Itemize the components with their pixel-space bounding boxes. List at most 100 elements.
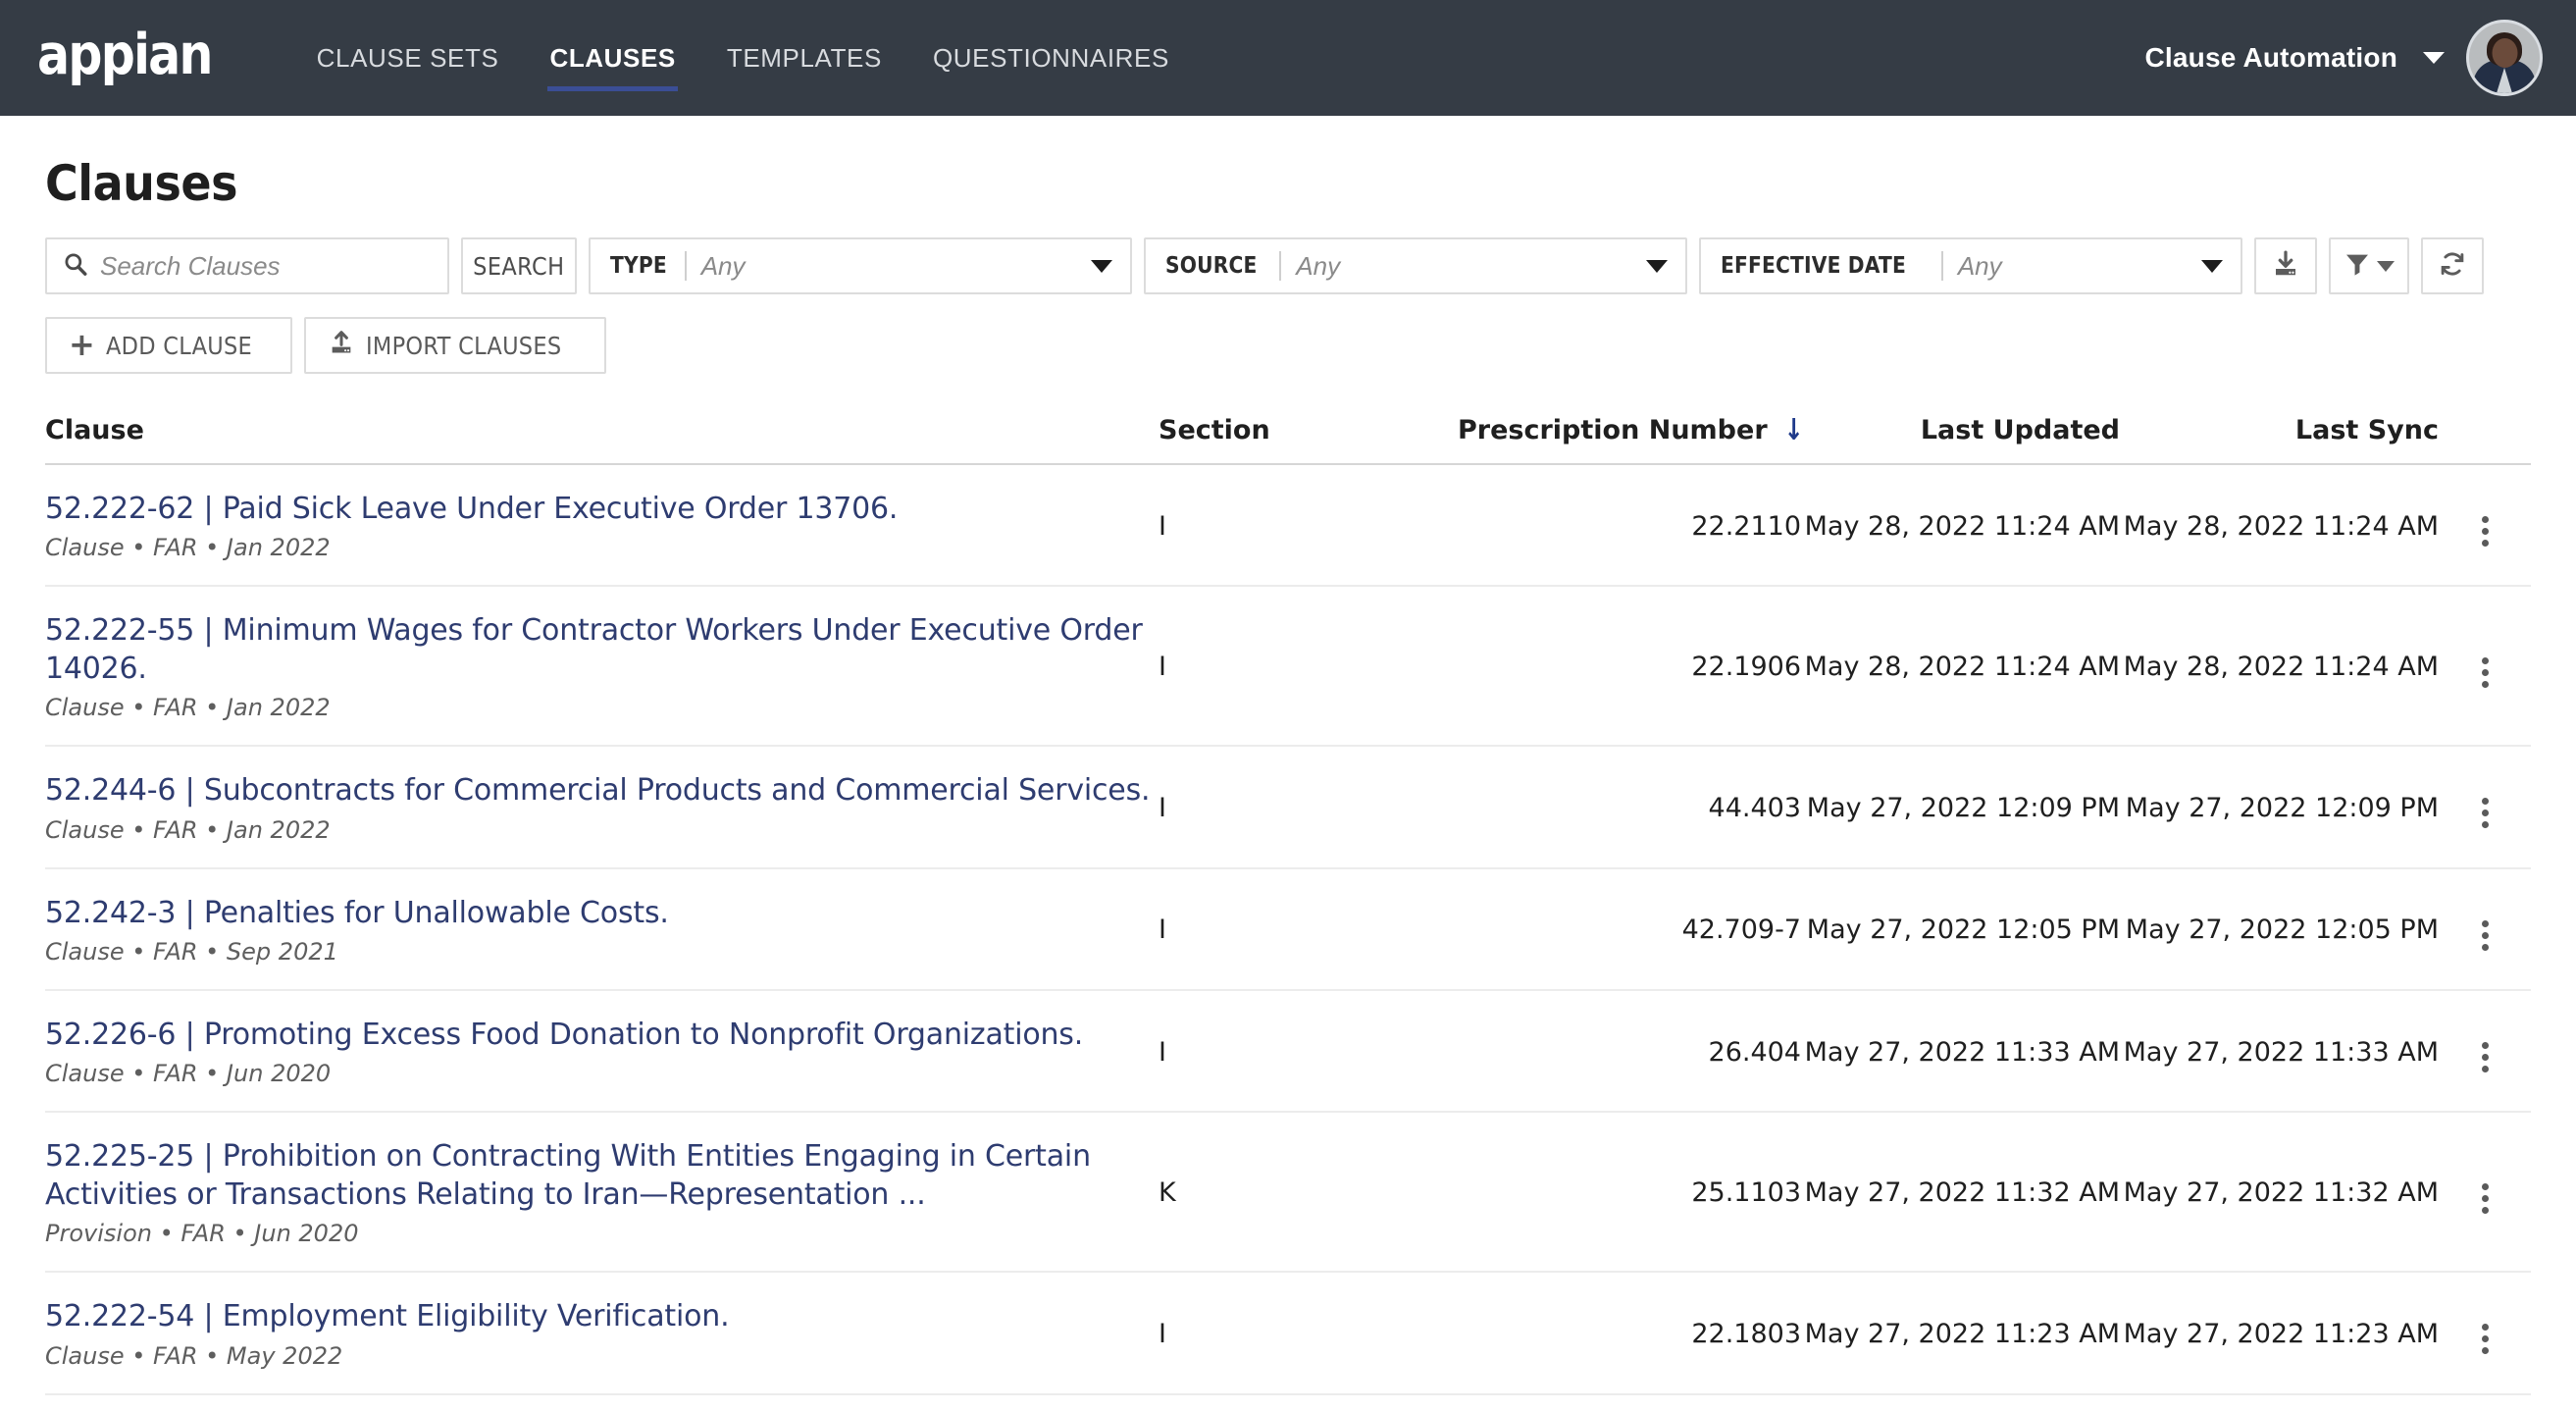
- filter-button[interactable]: [2329, 237, 2409, 294]
- clause-title-link[interactable]: 52.242-3 | Penalties for Unallowable Cos…: [45, 895, 1159, 932]
- clause-title-link[interactable]: 52.226-6 | Promoting Excess Food Donatio…: [45, 1017, 1159, 1054]
- nav-item-templates[interactable]: TEMPLATES: [701, 0, 907, 116]
- row-menu-icon[interactable]: [2468, 792, 2502, 834]
- table-row[interactable]: 52.244-6 | Subcontracts for Commercial P…: [45, 746, 2531, 869]
- clause-title-link[interactable]: 52.222-55 | Minimum Wages for Contractor…: [45, 612, 1159, 688]
- cell-last-updated: May 27, 2022 11:23 AM: [1801, 1272, 2120, 1395]
- chevron-down-icon[interactable]: [2423, 52, 2445, 64]
- divider: [684, 251, 687, 281]
- clause-meta: Clause • FAR • May 2022: [45, 1341, 343, 1370]
- cell-last-sync: May 28, 2022 11:24 AM: [2120, 464, 2439, 588]
- row-menu-icon[interactable]: [2468, 1177, 2502, 1220]
- cell-prescription-number: 26.404: [1458, 989, 1801, 1114]
- divider: [1940, 251, 1943, 281]
- cell-last-updated: May 28, 2022 11:24 AM: [1801, 464, 2120, 588]
- table-row[interactable]: 52.222-54 | Employment Eligibility Verif…: [45, 1272, 2531, 1395]
- cell-row-actions: [2439, 1272, 2531, 1395]
- cell-clause: 52.242-3 | Penalties for Unallowable Cos…: [45, 867, 1159, 991]
- filter-icon: [2344, 250, 2371, 283]
- page-title: Clauses: [45, 155, 238, 212]
- clause-meta: Clause • FAR • Jan 2022: [45, 815, 331, 844]
- type-filter-dropdown[interactable]: TYPE Any: [589, 237, 1132, 294]
- effective-date-filter-dropdown[interactable]: EFFECTIVE DATE Any: [1699, 237, 2242, 294]
- refresh-icon: [2438, 249, 2467, 284]
- row-menu-icon[interactable]: [2468, 652, 2502, 694]
- table-row[interactable]: 52.222-55 | Minimum Wages for Contractor…: [45, 586, 2531, 748]
- cell-row-actions: [2439, 746, 2531, 869]
- column-header-clause[interactable]: Clause: [45, 415, 1159, 465]
- row-menu-icon[interactable]: [2468, 1318, 2502, 1360]
- nav-item-questionnaires[interactable]: QUESTIONNAIRES: [907, 0, 1195, 116]
- clause-title-link[interactable]: 52.222-62 | Paid Sick Leave Under Execut…: [45, 491, 1159, 528]
- nav-item-clauses[interactable]: CLAUSES: [524, 0, 700, 116]
- column-header-section-label: Section: [1159, 415, 1270, 445]
- source-filter-label: SOURCE: [1165, 253, 1258, 279]
- table-row[interactable]: 52.242-3 | Penalties for Unallowable Cos…: [45, 867, 2531, 991]
- account-menu-label[interactable]: Clause Automation: [2145, 42, 2398, 74]
- cell-section: K: [1159, 1112, 1458, 1274]
- clause-meta: Clause • FAR • Jun 2020: [45, 1060, 332, 1088]
- search-button[interactable]: SEARCH: [461, 237, 577, 294]
- row-menu-icon[interactable]: [2468, 510, 2502, 552]
- column-header-clause-label: Clause: [45, 415, 144, 445]
- row-menu-icon[interactable]: [2468, 915, 2502, 957]
- clause-meta: Clause • FAR • Jan 2022: [45, 694, 331, 722]
- sort-descending-icon[interactable]: ↓: [1783, 415, 1803, 445]
- cell-last-sync: May 27, 2022 11:33 AM: [2120, 989, 2439, 1114]
- table-header-row: Clause Section Prescription Number ↓ Las…: [45, 415, 2531, 465]
- column-header-prescription-number[interactable]: Prescription Number ↓: [1458, 415, 1803, 465]
- search-field-wrapper[interactable]: [45, 237, 449, 294]
- table-header: Clause Section Prescription Number ↓ Las…: [45, 415, 2531, 465]
- table-row[interactable]: 52.225-25 | Prohibition on Contracting W…: [45, 1112, 2531, 1274]
- column-header-section[interactable]: Section: [1159, 415, 1458, 465]
- refresh-button[interactable]: [2421, 237, 2484, 294]
- search-icon: [63, 251, 88, 282]
- column-header-last-updated-label: Last Updated: [1920, 415, 2120, 445]
- cell-clause: 52.226-6 | Promoting Excess Food Donatio…: [45, 989, 1159, 1114]
- clauses-table: Clause Section Prescription Number ↓ Las…: [45, 415, 2531, 1395]
- page-content: Clauses SEARCH TYPE Any SOURCE Any: [0, 155, 2576, 1395]
- cell-last-sync: May 27, 2022 12:05 PM: [2120, 867, 2439, 991]
- chevron-down-icon[interactable]: [1646, 259, 1668, 273]
- avatar[interactable]: [2466, 20, 2543, 96]
- search-input[interactable]: [100, 250, 432, 282]
- clause-meta: Provision • FAR • Jun 2020: [45, 1220, 359, 1248]
- divider: [1279, 251, 1282, 281]
- cell-last-updated: May 27, 2022 12:09 PM: [1801, 746, 2120, 869]
- plus-icon: +: [69, 325, 96, 363]
- cell-last-sync: May 28, 2022 11:24 AM: [2120, 586, 2439, 748]
- effective-date-filter-value: Any: [1957, 250, 2002, 281]
- nav-item-clause-sets[interactable]: CLAUSE SETS: [291, 0, 525, 116]
- cell-clause: 52.225-25 | Prohibition on Contracting W…: [45, 1112, 1159, 1274]
- cell-section: I: [1159, 989, 1458, 1114]
- chevron-down-icon[interactable]: [2201, 259, 2223, 273]
- avatar-face: [2492, 38, 2518, 68]
- type-filter-value: Any: [700, 250, 746, 281]
- import-clauses-label: IMPORT CLAUSES: [365, 331, 562, 360]
- cell-clause: 52.222-55 | Minimum Wages for Contractor…: [45, 586, 1159, 748]
- clause-title-link[interactable]: 52.222-54 | Employment Eligibility Verif…: [45, 1298, 1159, 1335]
- add-clause-label: ADD CLAUSE: [106, 331, 253, 360]
- cell-last-sync: May 27, 2022 12:09 PM: [2120, 746, 2439, 869]
- table-row[interactable]: 52.222-62 | Paid Sick Leave Under Execut…: [45, 464, 2531, 588]
- table-body: 52.222-62 | Paid Sick Leave Under Execut…: [45, 464, 2531, 1395]
- add-clause-button[interactable]: + ADD CLAUSE: [45, 317, 292, 374]
- search-button-label: SEARCH: [473, 251, 565, 281]
- import-clauses-button[interactable]: IMPORT CLAUSES: [303, 317, 607, 374]
- cell-section: I: [1159, 586, 1458, 748]
- table-row[interactable]: 52.226-6 | Promoting Excess Food Donatio…: [45, 989, 2531, 1114]
- cell-section: I: [1159, 867, 1458, 991]
- row-menu-icon[interactable]: [2468, 1036, 2502, 1078]
- chevron-down-icon[interactable]: [1091, 259, 1112, 273]
- cell-clause: 52.244-6 | Subcontracts for Commercial P…: [45, 746, 1159, 869]
- source-filter-dropdown[interactable]: SOURCE Any: [1144, 237, 1687, 294]
- primary-nav: CLAUSE SETS CLAUSES TEMPLATES QUESTIONNA…: [291, 0, 1195, 116]
- column-header-last-updated[interactable]: Last Updated: [1801, 415, 2120, 465]
- column-header-last-sync[interactable]: Last Sync: [2120, 415, 2439, 465]
- appian-logo[interactable]: appian: [37, 26, 213, 89]
- export-button[interactable]: [2254, 237, 2317, 294]
- clause-title-link[interactable]: 52.225-25 | Prohibition on Contracting W…: [45, 1138, 1159, 1214]
- cell-row-actions: [2439, 989, 2531, 1114]
- type-filter-label: TYPE: [610, 253, 667, 279]
- clause-title-link[interactable]: 52.244-6 | Subcontracts for Commercial P…: [45, 772, 1159, 810]
